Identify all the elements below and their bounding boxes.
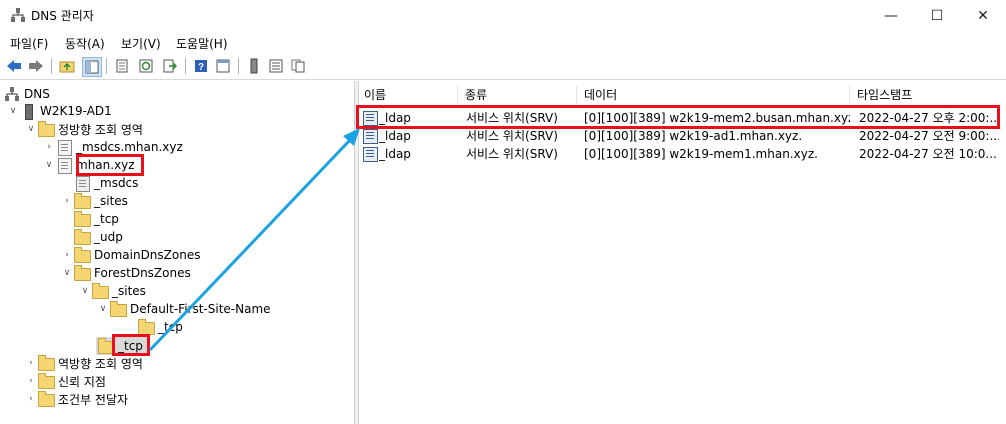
annotation-arrow	[148, 128, 360, 352]
